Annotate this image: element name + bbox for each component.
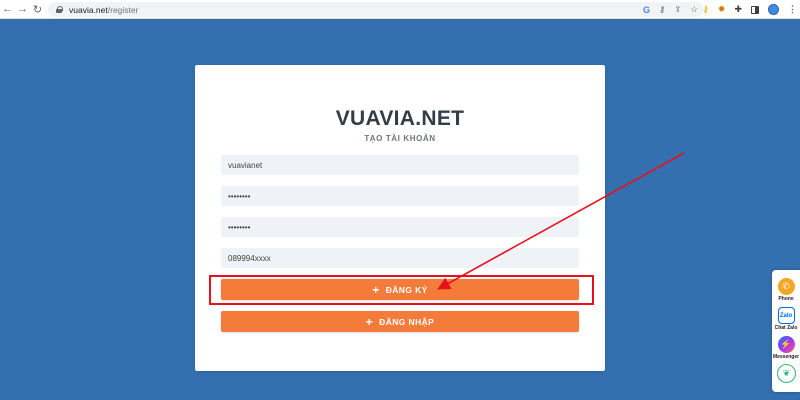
phone-contact[interactable]: ✆ Phone xyxy=(772,278,800,302)
phone-icon[interactable]: ✆ xyxy=(777,278,795,295)
contact-bar: ✆ Phone Zalo Chat Zalo ⚡ Messenger ❦ xyxy=(772,270,800,392)
messenger-contact[interactable]: ⚡ Messenger xyxy=(772,336,800,360)
zalo-icon[interactable]: Zalo xyxy=(777,307,795,324)
messenger-label: Messenger xyxy=(772,354,800,360)
annotation-arrow xyxy=(437,152,685,290)
zalo-contact[interactable]: Zalo Chat Zalo xyxy=(772,307,800,331)
leaf-icon[interactable]: ❦ xyxy=(777,364,796,383)
messenger-icon[interactable]: ⚡ xyxy=(777,336,795,353)
zalo-label: Chat Zalo xyxy=(774,325,798,331)
phone-label: Phone xyxy=(778,296,794,302)
